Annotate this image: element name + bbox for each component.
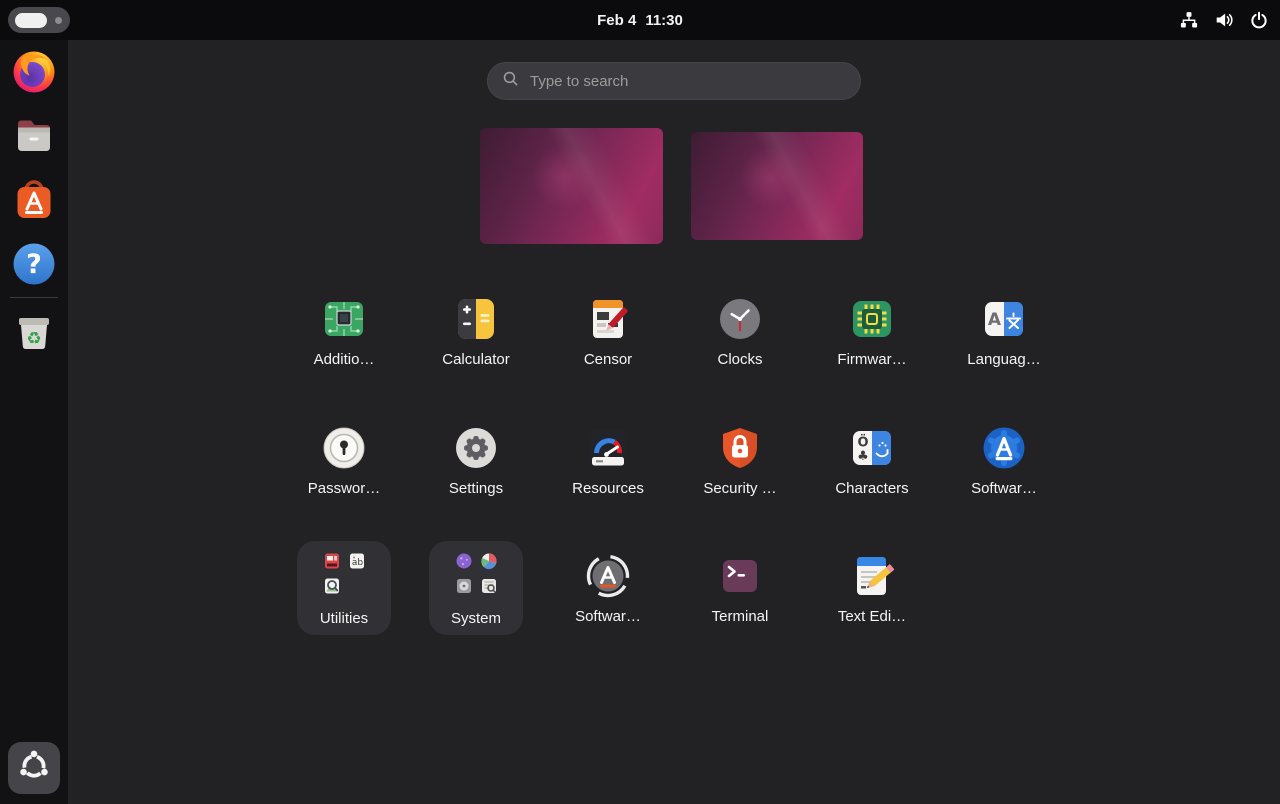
app-firmware-updater[interactable]: Firmwar…: [806, 295, 938, 368]
app-folder-utilities[interactable]: ab: [278, 541, 410, 635]
additional-drivers-icon: [320, 295, 368, 343]
dock-item-trash[interactable]: ♻: [10, 307, 58, 355]
utilities-folder-preview: ab: [323, 552, 366, 595]
app-label: Softwar…: [971, 480, 1037, 497]
app-label: Languag…: [967, 351, 1040, 368]
help-icon: ?: [10, 240, 58, 288]
app-label: Censor: [584, 351, 632, 368]
app-label: Additio…: [314, 351, 375, 368]
app-label: Characters: [835, 480, 908, 497]
app-label: Settings: [449, 480, 503, 497]
overview-area: Additio… Calculato: [68, 40, 1280, 804]
app-label: Security …: [703, 480, 776, 497]
settings-icon: [452, 424, 500, 472]
app-security-center[interactable]: Security …: [674, 424, 806, 497]
folder-label: System: [451, 610, 501, 627]
empty-slot: [348, 577, 366, 595]
app-store-icon: [10, 176, 58, 224]
svg-text:♣: ♣: [857, 449, 869, 464]
security-center-icon: [716, 424, 764, 472]
disk-usage-analyzer-icon: [480, 552, 498, 570]
svg-text:♻: ♻: [26, 329, 41, 349]
clocks-icon: [716, 295, 764, 343]
passwords-icon: [320, 424, 368, 472]
terminal-icon: [716, 552, 764, 600]
volume-icon: [1215, 11, 1233, 29]
app-folder-system[interactable]: System: [410, 541, 542, 635]
utilities-folder-tile: ab: [297, 541, 391, 635]
svg-text:ab: ab: [351, 558, 363, 568]
app-settings[interactable]: Settings: [410, 424, 542, 497]
settings-globe-icon: [455, 552, 473, 570]
gnome-activities-overview: Feb 4 11:30: [0, 0, 1280, 804]
top-bar: Feb 4 11:30: [0, 0, 1280, 40]
svg-text:?: ?: [26, 249, 42, 280]
app-label: Firmwar…: [837, 351, 906, 368]
app-label: Passwor…: [308, 480, 381, 497]
system-folder-tile: System: [429, 541, 523, 635]
system-folder-preview: [455, 552, 498, 595]
search-icon: [502, 70, 519, 92]
dock-separator: [10, 297, 58, 298]
language-support-icon: A: [980, 295, 1028, 343]
clock-button[interactable]: Feb 4 11:30: [0, 0, 1280, 40]
dock-item-app-store[interactable]: [10, 176, 58, 224]
show-apps-button[interactable]: [8, 742, 60, 794]
search-bar[interactable]: [487, 62, 861, 100]
app-label: Text Edi…: [838, 608, 906, 625]
software-properties-icon: [980, 424, 1028, 472]
app-censor[interactable]: Censor: [542, 295, 674, 368]
dock-item-help[interactable]: ?: [10, 240, 58, 288]
app-passwords[interactable]: Passwor…: [278, 424, 410, 497]
censor-icon: [584, 295, 632, 343]
app-resources[interactable]: Resources: [542, 424, 674, 497]
trash-icon: ♻: [10, 307, 58, 355]
power-icon: [1250, 11, 1268, 29]
text-editor-icon: [848, 552, 896, 600]
dock-item-firefox[interactable]: [10, 48, 58, 96]
app-grid-row-2: Passwor…: [278, 424, 1070, 497]
app-clocks[interactable]: Clocks: [674, 295, 806, 368]
logs-icon: [480, 577, 498, 595]
app-label: Terminal: [712, 608, 769, 625]
search-input[interactable]: [528, 72, 846, 91]
app-characters[interactable]: Ö ♣ Characters: [806, 424, 938, 497]
resources-icon: [584, 424, 632, 472]
app-label: Softwar…: [575, 608, 641, 625]
app-calculator[interactable]: Calculator: [410, 295, 542, 368]
workspace-thumbnail-1[interactable]: [480, 128, 663, 244]
app-language-support[interactable]: A Languag…: [938, 295, 1070, 368]
time-label: 11:30: [645, 12, 683, 29]
system-status-area[interactable]: [1180, 0, 1268, 40]
network-icon: [1180, 11, 1198, 29]
firefox-icon: [10, 48, 58, 96]
character-map-icon: ab: [348, 552, 366, 570]
image-viewer-icon: [323, 577, 341, 595]
app-grid: Additio… Calculato: [278, 295, 1078, 695]
disks-icon: [455, 577, 473, 595]
app-grid-row-3: ab: [278, 541, 938, 635]
software-updater-icon: [584, 552, 632, 600]
app-grid-row-1: Additio… Calculato: [278, 295, 1070, 368]
app-text-editor[interactable]: Text Edi…: [806, 541, 938, 635]
app-terminal[interactable]: Terminal: [674, 541, 806, 635]
dock-item-files[interactable]: [10, 112, 58, 160]
ubuntu-logo-icon: [12, 744, 56, 793]
app-label: Calculator: [442, 351, 510, 368]
files-icon: [10, 112, 58, 160]
characters-icon: Ö ♣: [848, 424, 896, 472]
app-software-updater[interactable]: Softwar…: [542, 541, 674, 635]
app-label: Clocks: [717, 351, 762, 368]
firmware-updater-icon: [848, 295, 896, 343]
app-label: Resources: [572, 480, 644, 497]
dock: ? ♻: [0, 40, 68, 804]
svg-text:A: A: [988, 310, 1002, 330]
app-software-properties[interactable]: Softwar…: [938, 424, 1070, 497]
font-viewer-icon: [323, 552, 341, 570]
app-additional-drivers[interactable]: Additio…: [278, 295, 410, 368]
workspace-thumbnail-2[interactable]: [691, 132, 863, 240]
date-label: Feb 4: [597, 12, 636, 29]
folder-label: Utilities: [320, 610, 368, 627]
calculator-icon: [452, 295, 500, 343]
